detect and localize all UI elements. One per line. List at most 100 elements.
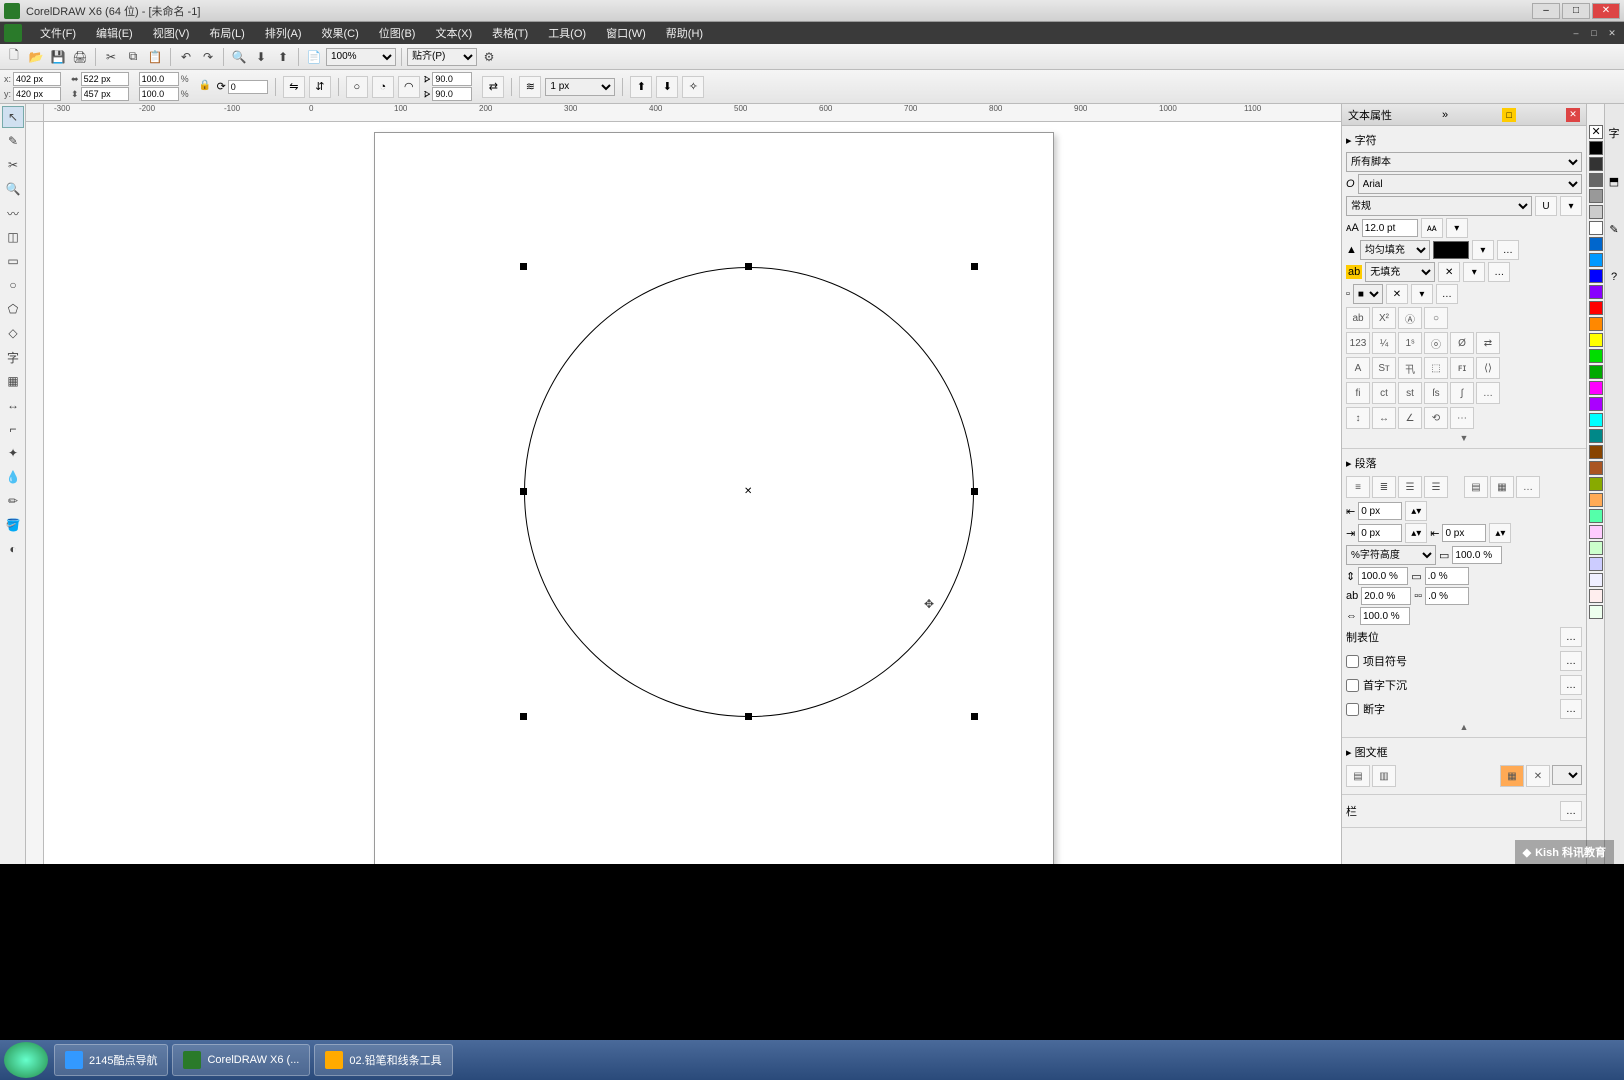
color-swatch[interactable]	[1589, 589, 1603, 603]
fx-10[interactable]: ⬚	[1424, 357, 1448, 379]
fill-type-select[interactable]: 均匀填充	[1360, 240, 1430, 260]
fx-8[interactable]: Sᴛ	[1372, 357, 1396, 379]
para-arrow-icon[interactable]: ▸	[1346, 457, 1352, 470]
pick-tool[interactable]: ↖	[2, 106, 24, 128]
fx-3[interactable]: 1ˢ	[1398, 332, 1422, 354]
redo-button[interactable]: ↷	[198, 47, 218, 67]
hyphen-more-button[interactable]: …	[1560, 699, 1582, 719]
export-button[interactable]: ⬆	[273, 47, 293, 67]
color-swatch[interactable]	[1589, 413, 1603, 427]
options-button[interactable]: ⚙	[479, 47, 499, 67]
indent-right-spinner[interactable]: ▴▾	[1489, 523, 1511, 543]
fx-23[interactable]: ⋯	[1450, 407, 1474, 429]
polygon-tool[interactable]: ⬠	[2, 298, 24, 320]
indent-first-spinner[interactable]: ▴▾	[1405, 523, 1427, 543]
tabs-more-button[interactable]: …	[1560, 627, 1582, 647]
fx-14[interactable]: ct	[1372, 382, 1396, 404]
convert-curves-button[interactable]: ✧	[682, 76, 704, 98]
open-button[interactable]: 📂	[26, 47, 46, 67]
x-input[interactable]	[13, 72, 61, 86]
underline-options-button[interactable]: ▾	[1560, 196, 1582, 216]
y-input[interactable]	[13, 87, 61, 101]
underline-button[interactable]: U	[1535, 196, 1557, 216]
bullets-more-button[interactable]: …	[1560, 651, 1582, 671]
print-button[interactable]: 🖨	[70, 47, 90, 67]
doc-minimize-button[interactable]: –	[1568, 26, 1584, 40]
spacing-before-input[interactable]	[1452, 546, 1502, 564]
fx-19[interactable]: ↕	[1346, 407, 1370, 429]
column-more-button[interactable]: …	[1560, 801, 1582, 821]
align-left-button[interactable]: ≣	[1372, 476, 1396, 498]
taskbar-app-2[interactable]: CorelDRAW X6 (...	[172, 1044, 310, 1076]
color-swatch[interactable]	[1589, 509, 1603, 523]
new-button[interactable]: 🗋	[4, 47, 24, 67]
fx-7[interactable]: A	[1346, 357, 1370, 379]
outline-dropdown-button[interactable]: ▾	[1411, 284, 1433, 304]
char-spacing-input[interactable]	[1361, 587, 1411, 605]
save-button[interactable]: 💾	[48, 47, 68, 67]
superscript-button[interactable]: X²	[1372, 307, 1396, 329]
fx-15[interactable]: st	[1398, 382, 1422, 404]
fx-22[interactable]: ⟲	[1424, 407, 1448, 429]
color-swatch[interactable]	[1589, 429, 1603, 443]
menu-arrange[interactable]: 排列(A)	[255, 25, 312, 41]
fill-color-swatch[interactable]	[1433, 241, 1469, 259]
fx-21[interactable]: ∠	[1398, 407, 1422, 429]
wrap-text-button[interactable]: ≋	[519, 76, 541, 98]
ellipse-tool[interactable]: ○	[2, 274, 24, 296]
hyphen-checkbox[interactable]	[1346, 703, 1359, 716]
eyedropper-tool[interactable]: 💧	[2, 466, 24, 488]
font-select[interactable]: Arial	[1358, 174, 1582, 194]
frame-fit-button[interactable]: ▦	[1500, 765, 1524, 787]
selection-handle-se[interactable]	[971, 713, 978, 720]
undo-button[interactable]: ↶	[176, 47, 196, 67]
selection-handle-s[interactable]	[745, 713, 752, 720]
kerning-button[interactable]: ᴀᴀ	[1421, 218, 1443, 238]
fx-1[interactable]: 123	[1346, 332, 1370, 354]
fx-17[interactable]: ∫	[1450, 382, 1474, 404]
menu-table[interactable]: 表格(T)	[482, 25, 538, 41]
outline-none-button[interactable]: ✕	[1386, 284, 1408, 304]
bullets-checkbox[interactable]	[1346, 655, 1359, 668]
font-style-select[interactable]: 常规	[1346, 196, 1532, 216]
ruler-horizontal[interactable]: -300 -200 -100 0 100 200 300 400 500 600…	[44, 104, 1341, 122]
color-swatch[interactable]	[1589, 573, 1603, 587]
align-center-button[interactable]: ☰	[1398, 476, 1422, 498]
line-spacing-input[interactable]	[1358, 567, 1408, 585]
tab-object-styles[interactable]: ✎	[1605, 220, 1623, 238]
color-swatch[interactable]	[1589, 397, 1603, 411]
crop-tool[interactable]: ✂	[2, 154, 24, 176]
color-swatch[interactable]	[1589, 493, 1603, 507]
selection-handle-sw[interactable]	[520, 713, 527, 720]
selection-handle-nw[interactable]	[520, 263, 527, 270]
color-swatch[interactable]	[1589, 333, 1603, 347]
taskbar-app-1[interactable]: 2145酷点导航	[54, 1044, 168, 1076]
rectangle-tool[interactable]: ▭	[2, 250, 24, 272]
color-swatch[interactable]	[1589, 445, 1603, 459]
tab-object-properties[interactable]: ⬒	[1605, 172, 1623, 190]
fx-12[interactable]: ⟨⟩	[1476, 357, 1500, 379]
align-force-button[interactable]: ▦	[1490, 476, 1514, 498]
lang-spacing-input[interactable]	[1360, 607, 1410, 625]
connector-tool[interactable]: ⌐	[2, 418, 24, 440]
publish-pdf-button[interactable]: 📄	[304, 47, 324, 67]
bg-dropdown-button[interactable]: ▾	[1463, 262, 1485, 282]
menu-file[interactable]: 文件(F)	[30, 25, 86, 41]
docker-restore-button[interactable]: □	[1502, 108, 1516, 122]
doc-restore-button[interactable]: □	[1586, 26, 1602, 40]
copy-button[interactable]: ⧉	[123, 47, 143, 67]
color-swatch[interactable]	[1589, 349, 1603, 363]
swap-arc-button[interactable]: ⇄	[482, 76, 504, 98]
mirror-h-button[interactable]: ⇋	[283, 76, 305, 98]
height-input[interactable]	[81, 87, 129, 101]
ellipse-button[interactable]: ○	[346, 76, 368, 98]
menu-view[interactable]: 视图(V)	[143, 25, 200, 41]
align-justify-button[interactable]: ▤	[1464, 476, 1488, 498]
indent-first-input[interactable]	[1358, 524, 1402, 542]
tab-text-properties[interactable]: 字	[1605, 124, 1623, 142]
paste-button[interactable]: 📋	[145, 47, 165, 67]
to-front-button[interactable]: ⬆	[630, 76, 652, 98]
color-swatch[interactable]	[1589, 285, 1603, 299]
outline-more-button[interactable]: …	[1436, 284, 1458, 304]
bg-more-button[interactable]: …	[1488, 262, 1510, 282]
